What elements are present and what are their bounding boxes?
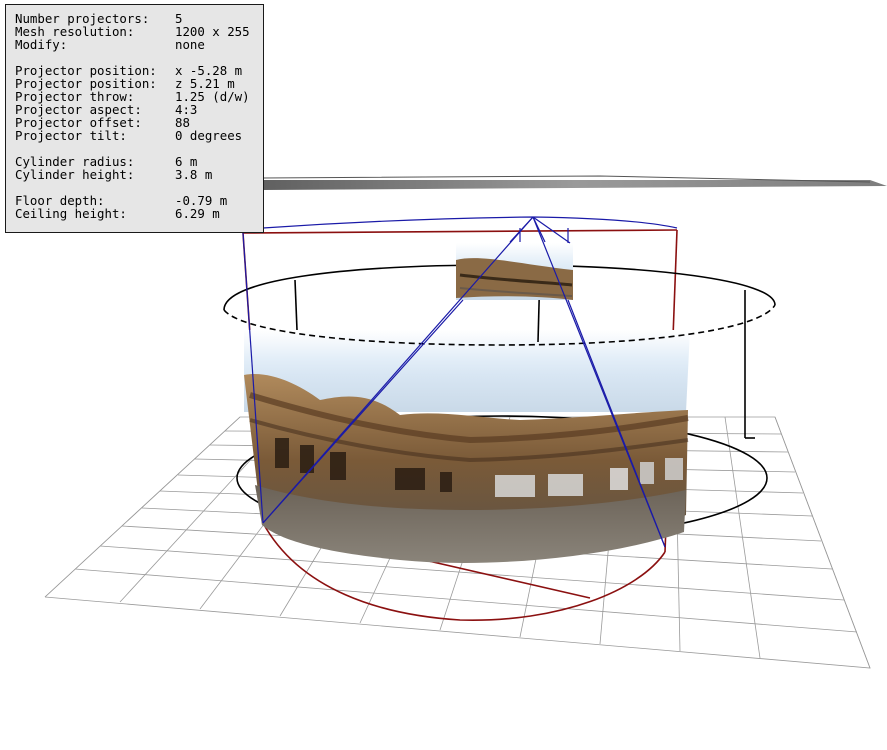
info-row-cylinder-height: Cylinder height: 3.8 m: [15, 167, 213, 182]
panorama-screen: [244, 330, 690, 563]
info-row-projector-tilt: Projector tilt: 0 degrees: [15, 128, 243, 143]
info-row-ceiling-height: Ceiling height: 6.29 m: [15, 206, 220, 221]
info-row-modify: Modify: none: [15, 37, 205, 52]
projector-image-thumbnail: [456, 243, 573, 300]
ceiling-plane: [261, 175, 887, 190]
projector-info-panel: Number projectors: 5 Mesh resolution: 1200…: [5, 4, 264, 233]
